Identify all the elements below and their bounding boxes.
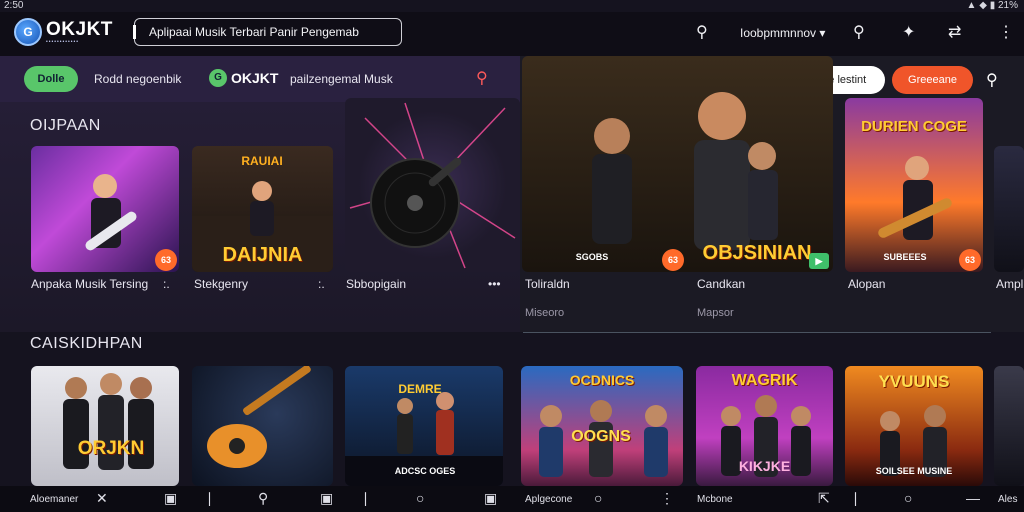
music-card[interactable]: RAUIAI DAIJNIA: [192, 146, 333, 272]
vinyl-record-icon: [349, 102, 516, 269]
status-bar: 2:50 ▲ ◆ ▮ 21%: [0, 0, 1024, 12]
close-icon[interactable]: ✕: [96, 490, 108, 507]
card-title[interactable]: Sbbopigain: [346, 277, 406, 291]
brand-badge-icon: G: [209, 69, 227, 87]
music-card[interactable]: YVUUNS SOILSEE MUSINE: [845, 366, 983, 486]
more-vertical-icon[interactable]: ⋮: [998, 22, 1014, 42]
brand-tagline: pailzengemal Musk: [290, 72, 393, 86]
circle-icon[interactable]: ○: [594, 490, 602, 506]
card-badge: 63: [959, 249, 981, 271]
music-card[interactable]: OCDNICS OOGNS: [521, 366, 683, 486]
play-badge-icon[interactable]: ▶: [809, 253, 829, 269]
card-poster-top: SGOBS: [575, 252, 609, 262]
card-poster-title: SOILSEE MUSINE: [875, 466, 953, 476]
top-bar: G OKJKT •••••••••••• Aplipaai Musik Terb…: [0, 12, 1024, 56]
card-badge: 63: [662, 249, 684, 271]
card-poster-top: YVUUNS: [878, 372, 950, 391]
window-icon[interactable]: ▣: [164, 490, 177, 507]
music-card-partial[interactable]: [994, 366, 1024, 486]
language-selector[interactable]: Ioobpmmnnov ▾: [740, 26, 825, 40]
card-subtitle: Miseoro: [525, 307, 565, 319]
card-poster-title: OOGNS: [571, 428, 631, 445]
card-more-icon[interactable]: •••: [488, 277, 501, 291]
share-icon[interactable]: ⇄: [948, 22, 961, 42]
search-input[interactable]: Aplipaai Musik Terbari Panir Pengemab: [133, 18, 402, 46]
section-title-1: OIJPAAN: [30, 117, 101, 134]
card-title[interactable]: Toliraldn: [525, 277, 570, 291]
status-time: 2:50: [4, 0, 24, 11]
featured-band-card[interactable]: SGOBS OBJSINIAN: [522, 56, 833, 272]
nav-label-mid[interactable]: Aplgecone: [525, 494, 572, 505]
nav-label-left[interactable]: Aloemaner: [30, 494, 78, 505]
card-poster-title: ORJKN: [77, 438, 145, 459]
brand-name: OKJKT: [231, 70, 279, 86]
card-poster-title: SUBEEES: [883, 252, 927, 262]
music-card[interactable]: DURIEN COGE SUBEEES: [845, 98, 983, 272]
card-title[interactable]: Stekgenry: [194, 277, 248, 291]
cursor-icon[interactable]: ∣: [206, 490, 213, 507]
status-indicators: ▲ ◆ ▮ 21%: [966, 0, 1018, 11]
circle-icon-2[interactable]: ○: [904, 490, 912, 506]
card-poster-top: DEMRE: [398, 382, 442, 396]
music-card[interactable]: [192, 366, 333, 486]
card-poster-top: OCDNICS: [569, 372, 635, 388]
section-divider: [523, 332, 991, 333]
window-icon-2[interactable]: ▣: [320, 490, 333, 507]
app-logo[interactable]: G OKJKT ••••••••••••: [14, 18, 113, 46]
badge-icon[interactable]: ✦: [902, 22, 915, 42]
action-button[interactable]: Greeeane: [892, 66, 973, 94]
panel-search-icon[interactable]: ⚲: [986, 70, 998, 90]
search-nav-icon[interactable]: ⚲: [258, 490, 268, 507]
card-title[interactable]: Candkan: [697, 277, 745, 291]
card-title[interactable]: Ampl: [996, 277, 1023, 291]
section-title-2: CAISKIDHPAN: [30, 335, 143, 352]
cursor-icon-2[interactable]: ∣: [362, 490, 369, 507]
more-icon[interactable]: ⋮: [660, 490, 674, 507]
filter-text[interactable]: Rodd negoenbik: [94, 72, 181, 86]
music-card[interactable]: WAGRIK KIKJKE: [696, 366, 833, 486]
search-icon[interactable]: ⚲: [696, 22, 708, 42]
nav-label-right[interactable]: Mcbone: [697, 494, 733, 505]
cursor-icon-3[interactable]: ∣: [852, 490, 859, 507]
electric-guitar-icon: [207, 366, 311, 468]
logo-mark-icon: G: [14, 18, 42, 46]
card-title[interactable]: Anpaka Musik Tersing: [31, 277, 148, 291]
nav-label-far-right[interactable]: Ales: [998, 494, 1017, 505]
card-poster-top: WAGRIK: [731, 372, 798, 389]
music-card[interactable]: ORJKN: [31, 366, 179, 486]
card-poster-title: KIKJKE: [738, 458, 791, 474]
bottom-navigation: [0, 486, 1024, 512]
card-poster-title: DAIJNIA: [222, 244, 303, 266]
music-card[interactable]: DEMRE ADCSC OGES: [345, 366, 503, 486]
card-poster-title: ADCSC OGES: [394, 466, 456, 476]
window-icon-3[interactable]: ▣: [484, 490, 497, 507]
featured-vinyl-card[interactable]: [345, 98, 520, 272]
card-badge: 63: [155, 249, 177, 271]
filter-search-icon[interactable]: ⚲: [476, 68, 488, 88]
card-poster-top: RAUIAI: [241, 154, 283, 168]
card-title[interactable]: Alopan: [848, 277, 885, 291]
minus-icon[interactable]: —: [966, 490, 980, 506]
card-more-icon[interactable]: :.: [318, 277, 325, 291]
card-poster-top: DURIEN COGE: [861, 118, 967, 135]
band-illustration: [63, 373, 154, 470]
search-icon-2[interactable]: ⚲: [853, 22, 865, 42]
expand-icon[interactable]: ⇱: [818, 490, 830, 507]
band-illustration: [592, 92, 778, 250]
card-subtitle: Mapsor: [697, 307, 734, 319]
home-circle-icon[interactable]: ○: [416, 490, 424, 506]
logo-text: OKJKT: [46, 18, 113, 40]
card-more-icon[interactable]: :.: [163, 277, 170, 291]
filter-pill-active[interactable]: Dolle: [24, 66, 78, 92]
music-card-partial[interactable]: [994, 146, 1024, 272]
